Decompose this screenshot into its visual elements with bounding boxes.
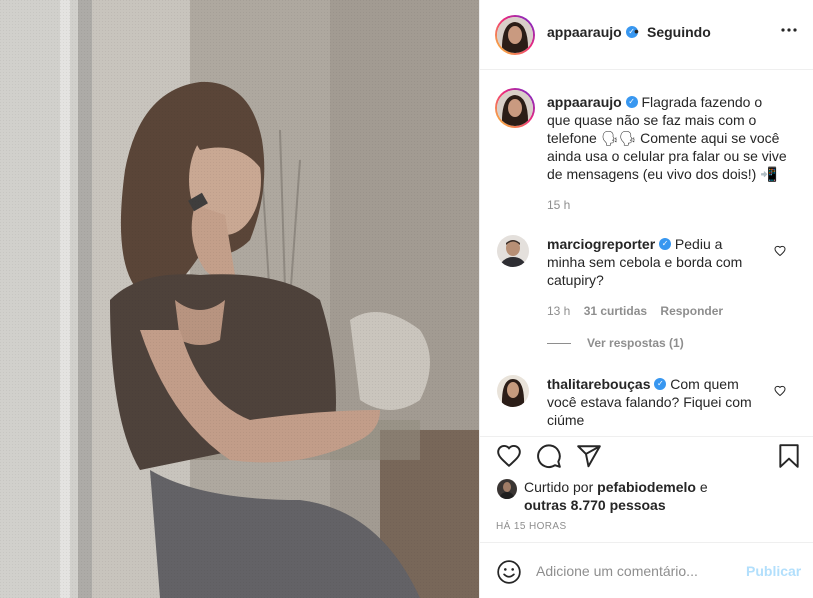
comments-list[interactable]: appaaraujo ✓ Flagrada fazendo o que quas… xyxy=(480,71,813,436)
view-replies-label[interactable]: Ver respostas (1) xyxy=(587,336,684,350)
post-photo[interactable] xyxy=(0,0,479,598)
comment-avatar-image xyxy=(497,235,529,267)
comment-time[interactable]: 13 h xyxy=(547,304,570,318)
caption-avatar-image xyxy=(497,90,533,126)
post-detail-panel: appaaraujo ✓ • Seguindo appaaraujo ✓ Fla… xyxy=(479,0,813,598)
emoji-button[interactable] xyxy=(496,559,522,585)
author-avatar-image xyxy=(497,17,533,53)
author-username-text[interactable]: appaaraujo xyxy=(547,24,622,40)
liked-by-text: Curtido por pefabiodemelo e outras 8.770… xyxy=(524,478,764,514)
add-comment-bar: Publicar xyxy=(480,542,813,598)
liked-by-avatar[interactable] xyxy=(497,479,517,499)
post-time[interactable]: HÁ 15 HORAS xyxy=(496,521,567,532)
verified-badge-icon: ✓ xyxy=(625,96,638,109)
caption-author-avatar[interactable] xyxy=(495,88,535,128)
bookmark-icon xyxy=(779,444,799,468)
follow-separator: • xyxy=(634,23,639,39)
caption-username[interactable]: appaaraujo xyxy=(547,94,622,110)
more-icon-glyph xyxy=(781,28,797,32)
comment-username[interactable]: marciogreporter xyxy=(547,236,655,252)
more-icon[interactable] xyxy=(781,22,797,43)
comment-avatar-image xyxy=(497,375,529,407)
post-actions: Curtido por pefabiodemelo e outras 8.770… xyxy=(480,436,813,542)
liked-by-middle: e xyxy=(695,479,708,495)
share-icon xyxy=(577,445,601,468)
heart-icon xyxy=(774,385,786,397)
liked-by-user[interactable]: pefabiodemelo xyxy=(597,479,696,495)
replies-divider xyxy=(547,343,571,345)
caption-time[interactable]: 15 h xyxy=(547,198,570,212)
comment-avatar[interactable] xyxy=(497,235,529,267)
save-button[interactable] xyxy=(776,443,802,469)
view-replies-button[interactable]: Ver respostas (1) xyxy=(547,336,684,350)
comment-like-heart-icon[interactable] xyxy=(774,244,786,257)
comment-text: thalitarebouças ✓ Com quem você estava f… xyxy=(547,375,762,429)
comment-input[interactable] xyxy=(536,560,736,582)
caption-text: appaaraujo ✓ Flagrada fazendo o que quas… xyxy=(547,93,787,183)
heart-icon xyxy=(774,245,786,257)
comment-likes[interactable]: 31 curtidas xyxy=(584,304,647,318)
comment-text: marciogreporter ✓ Pediu a minha sem cebo… xyxy=(547,235,762,289)
verified-badge-icon: ✓ xyxy=(659,238,672,251)
liked-by-avatar-image xyxy=(497,479,517,499)
liked-by-prefix: Curtido por xyxy=(524,479,598,495)
heart-icon xyxy=(497,444,521,468)
comment-icon xyxy=(537,444,561,468)
post-photo-illustration xyxy=(0,0,479,598)
comment-button[interactable] xyxy=(536,443,562,469)
publish-button[interactable]: Publicar xyxy=(746,563,801,579)
share-button[interactable] xyxy=(576,443,602,469)
liked-by-others[interactable]: outras 8.770 pessoas xyxy=(524,497,666,513)
emoji-icon xyxy=(497,560,521,584)
comment-username[interactable]: thalitarebouças xyxy=(547,376,650,392)
post-header: appaaraujo ✓ • Seguindo xyxy=(480,0,813,70)
comment-like-heart-icon[interactable] xyxy=(774,384,786,397)
comment-reply-button[interactable]: Responder xyxy=(660,304,723,318)
author-username[interactable]: appaaraujo ✓ xyxy=(547,24,638,40)
follow-status-button[interactable]: Seguindo xyxy=(647,24,711,40)
like-button[interactable] xyxy=(496,443,522,469)
author-avatar[interactable] xyxy=(495,15,535,55)
comment-avatar[interactable] xyxy=(497,375,529,407)
comment-meta: 13 h 31 curtidas Responder xyxy=(547,304,733,318)
verified-badge-icon: ✓ xyxy=(654,378,667,391)
